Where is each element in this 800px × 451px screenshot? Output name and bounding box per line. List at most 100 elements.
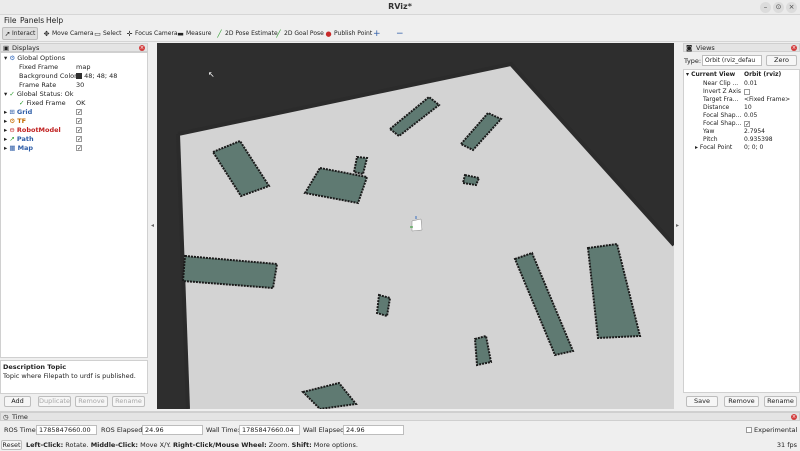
goal-pose-tool[interactable]: ╱ 2D Goal Pose — [275, 28, 323, 40]
color-swatch — [76, 73, 82, 79]
camera-icon: ◙ — [686, 44, 693, 52]
toolbar: ➚ Interact ✥ Move Camera ▭ Select ✛ Focu… — [0, 26, 800, 42]
current-view-value: Orbit (rviz) — [744, 71, 782, 78]
near-clip-label: Near Clip ... — [703, 80, 739, 87]
focal-point-value[interactable]: 0; 0; 0 — [744, 144, 763, 152]
time-title: Time — [12, 413, 28, 421]
view-type-value: Orbit (rviz_defau — [705, 57, 756, 64]
pitch-value[interactable]: 0.935398 — [744, 136, 773, 144]
views-close-icon[interactable]: × — [791, 45, 797, 51]
fixed-frame-label: Fixed Frame — [19, 63, 59, 71]
experimental-label: Experimental — [754, 426, 798, 434]
display-item-label: Grid — [16, 108, 33, 116]
interact-tool[interactable]: ➚ Interact — [2, 27, 38, 40]
maximize-button[interactable]: ⊙ — [773, 2, 784, 13]
display-item-grid[interactable]: ▸ ⊞ Grid — [4, 108, 32, 117]
displays-header: ▣ Displays × — [0, 43, 148, 52]
target-frame-label: Target Fra... — [703, 96, 739, 103]
yaw-label: Yaw — [703, 128, 715, 135]
expand-arrow-icon[interactable]: ▾ — [4, 90, 7, 98]
grid-icon: ⊞ — [9, 108, 17, 116]
monitor-icon: ▣ — [3, 44, 10, 52]
experimental-checkbox[interactable] — [746, 427, 752, 433]
left-splitter-handle[interactable]: ◂ — [151, 222, 154, 229]
pose-estimate-tool[interactable]: ╱ 2D Pose Estimate — [216, 28, 277, 40]
add-tool-button[interactable]: + — [373, 28, 381, 40]
target-frame-value[interactable]: <Fixed Frame> — [744, 96, 790, 104]
zero-button[interactable]: Zero — [766, 55, 797, 66]
ros-elapsed-field[interactable]: 24.96 — [142, 425, 203, 435]
ros-time-field[interactable]: 1785847660.00 — [36, 425, 97, 435]
minimize-button[interactable]: – — [760, 2, 771, 13]
map-pin-icon: ● — [325, 30, 332, 38]
check-icon: ✓ — [9, 90, 17, 98]
focal-point-row[interactable]: ▸ Focal Point — [695, 144, 732, 152]
measure-tool[interactable]: ▬ Measure — [177, 28, 211, 40]
description-box: Description Topic Topic where Filepath t… — [0, 360, 148, 394]
focus-camera-tool[interactable]: ✛ Focus Camera — [126, 28, 178, 40]
current-view-row[interactable]: ▾ Current View — [686, 71, 735, 79]
global-options-row[interactable]: ▾ ⚙ Global Options — [4, 54, 65, 63]
add-display-button[interactable]: Add — [4, 396, 31, 407]
path-icon: ↗ — [9, 135, 17, 143]
reset-button[interactable]: Reset — [1, 440, 22, 450]
select-tool[interactable]: ▭ Select — [94, 28, 121, 40]
remove-tool-button[interactable]: − — [396, 28, 404, 40]
background-color-text: 48; 48; 48 — [84, 72, 118, 80]
frame-rate-value[interactable]: 30 — [76, 81, 84, 90]
display-item-map[interactable]: ▸ ▦ Map — [4, 144, 33, 153]
background-color-value[interactable]: 48; 48; 48 — [76, 72, 117, 81]
display-item-path[interactable]: ▸ ↗ Path — [4, 135, 34, 144]
save-view-button[interactable]: Save — [686, 396, 718, 407]
focal-shape-size-value[interactable]: 0.05 — [744, 112, 757, 120]
tf-checkbox[interactable]: ✓ — [76, 118, 82, 125]
interact-icon: ➚ — [4, 30, 11, 38]
robotmodel-checkbox[interactable]: ✓ — [76, 127, 82, 134]
wall-elapsed-field[interactable]: 24.96 — [343, 425, 404, 435]
menu-help[interactable]: Help — [46, 16, 63, 25]
distance-value[interactable]: 10 — [744, 104, 752, 112]
check-icon: ✓ — [19, 99, 27, 107]
distance-label: Distance — [703, 104, 730, 111]
time-close-icon[interactable]: × — [791, 414, 797, 420]
rename-view-button[interactable]: Rename — [764, 396, 797, 407]
3d-viewport[interactable]: ↖ — [157, 43, 674, 409]
move-camera-tool[interactable]: ✥ Move Camera — [43, 28, 94, 40]
map-checkbox[interactable]: ✓ — [76, 145, 82, 152]
expand-arrow-icon[interactable]: ▾ — [4, 54, 7, 62]
time-header: ◷ Time × — [0, 412, 800, 421]
grid-checkbox[interactable]: ✓ — [76, 109, 82, 116]
fixed-frame-value[interactable]: map — [76, 63, 90, 72]
wall-elapsed-label: Wall Elapsed: — [303, 426, 347, 434]
remove-display-button[interactable]: Remove — [75, 396, 108, 407]
error-icon: ⊖ — [9, 126, 17, 134]
hint-middle-click: Middle-Click: — [90, 441, 139, 449]
move-camera-label: Move Camera — [52, 30, 94, 37]
focal-shape-fixed-checkbox[interactable]: ✓ — [744, 121, 750, 128]
map-icon: ▦ — [9, 144, 18, 152]
publish-point-tool[interactable]: ● Publish Point — [325, 28, 372, 40]
wall-time-field[interactable]: 1785847660.04 — [239, 425, 300, 435]
display-item-tf[interactable]: ▸ ⚙ TF — [4, 117, 26, 126]
menu-panels[interactable]: Panels — [20, 16, 44, 25]
path-checkbox[interactable]: ✓ — [76, 136, 82, 143]
description-text: Topic where Filepath to urdf is publishe… — [3, 372, 136, 380]
fixed-frame-status-row: ✓ Fixed Frame — [19, 99, 66, 108]
invert-z-checkbox[interactable] — [744, 89, 750, 95]
close-window-button[interactable]: × — [786, 2, 797, 13]
ruler-icon: ▬ — [177, 30, 184, 38]
global-status-row[interactable]: ▾ ✓ Global Status: Ok — [4, 90, 74, 99]
near-clip-value[interactable]: 0.01 — [744, 80, 757, 88]
right-splitter-handle[interactable]: ▸ — [676, 222, 679, 229]
display-item-robotmodel[interactable]: ▸ ⊖ RobotModel — [4, 126, 61, 135]
focal-point-label: Focal Point — [699, 144, 733, 151]
display-item-label: Map — [17, 144, 34, 152]
remove-view-button[interactable]: Remove — [724, 396, 759, 407]
yaw-value[interactable]: 2.7954 — [744, 128, 765, 136]
duplicate-display-button[interactable]: Duplicate — [38, 396, 71, 407]
displays-close-icon[interactable]: × — [139, 45, 145, 51]
view-type-select[interactable]: Orbit (rviz_defau — [702, 55, 762, 66]
menu-file[interactable]: File — [4, 16, 17, 25]
rename-display-button[interactable]: Rename — [112, 396, 145, 407]
select-icon: ▭ — [94, 30, 101, 38]
